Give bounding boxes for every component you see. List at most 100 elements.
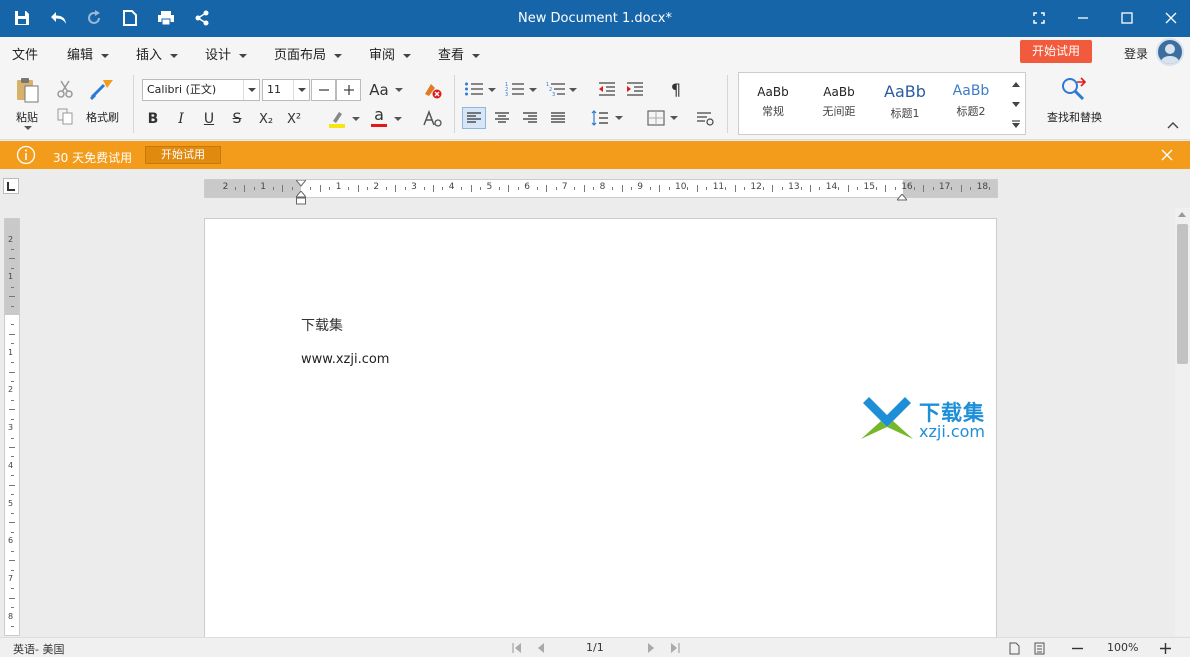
paragraph-settings-icon[interactable] [694,107,716,129]
style-normal[interactable]: AaBb 常规 [740,85,806,119]
minimize-icon[interactable] [1072,8,1094,28]
expand-gallery-icon[interactable] [1009,117,1023,131]
style-no-spacing[interactable]: AaBb 无间距 [806,85,872,119]
superscript-button[interactable]: X² [282,109,306,129]
ruler-tick [319,185,321,192]
align-left-icon[interactable] [462,107,486,129]
font-color-button[interactable]: a [368,106,390,127]
decrease-indent-icon[interactable] [596,79,618,99]
chevron-down-icon[interactable] [1009,97,1023,111]
document-line[interactable]: www.xzji.com [301,352,389,367]
start-trial-button[interactable]: 开始试用 [1020,40,1092,63]
ribbon-separator [454,75,455,133]
next-page-icon[interactable] [644,641,658,655]
bullet-list-icon[interactable] [462,79,486,99]
document-line[interactable]: 下载集 [301,315,343,335]
document-page[interactable]: 下载集 www.xzji.com 下载集 xzji.com [204,218,997,638]
show-formatting-button[interactable]: ¶ [666,79,686,99]
menu-view[interactable]: 查看 [438,44,481,63]
style-heading2[interactable]: AaBb 标题2 [938,83,1004,119]
ruler-tick [310,187,312,190]
last-page-icon[interactable] [668,641,682,655]
collapse-ribbon-icon[interactable] [1166,119,1180,131]
strikethrough-button[interactable]: S [228,109,246,129]
justify-icon[interactable] [546,107,570,129]
prev-page-icon[interactable] [534,641,548,655]
chevron-down-icon[interactable] [243,80,259,100]
avatar[interactable] [1156,38,1184,66]
notice-start-trial-button[interactable]: 开始试用 [145,146,221,164]
font-size-combo[interactable]: 11 [262,79,310,101]
chevron-down-icon[interactable] [394,117,402,121]
login-link[interactable]: 登录 [1124,45,1148,62]
scrollbar-thumb[interactable] [1177,224,1188,364]
decrease-font-icon[interactable] [311,79,336,101]
clear-format-icon[interactable] [420,79,444,101]
chevron-down-icon [334,53,343,58]
menu-design[interactable]: 设计 [205,44,248,63]
chevron-down-icon[interactable] [352,117,360,121]
bold-button[interactable]: B [144,109,162,129]
language-status[interactable]: 英语- 美国 [13,641,64,657]
align-center-icon[interactable] [490,107,514,129]
subscript-button[interactable]: X₂ [254,109,278,129]
chevron-down-icon[interactable] [488,88,496,92]
menu-edit[interactable]: 编辑 [67,44,110,63]
chevron-down-icon[interactable] [395,88,403,92]
first-page-icon[interactable] [510,641,524,655]
font-name-combo[interactable]: Calibri (正文) [142,79,260,101]
ruler-tick [857,187,859,190]
menu-file[interactable]: 文件 [12,44,38,63]
chevron-down-icon[interactable] [569,88,577,92]
highlight-icon[interactable] [326,109,348,129]
horizontal-ruler[interactable]: 2 1 1 2 3 4 5 6 7 8 9 10 11 12 13 14 15 16 17 18 [204,177,998,205]
menu-page-layout[interactable]: 页面布局 [274,44,343,63]
borders-icon[interactable] [644,107,668,129]
underline-button[interactable]: U [200,109,218,129]
chevron-down-icon[interactable] [615,116,623,120]
chevron-down-icon[interactable] [529,88,537,92]
close-icon[interactable] [1160,8,1182,28]
print-layout-icon[interactable] [1007,641,1021,655]
maximize-icon[interactable] [1116,8,1138,28]
paste-icon[interactable] [12,75,42,105]
zoom-out-icon[interactable] [1070,641,1084,655]
chevron-down-icon[interactable] [293,80,309,100]
ruler-tick [11,249,14,250]
menu-review[interactable]: 审阅 [369,44,412,63]
ruler-tick [847,185,849,192]
change-case-button[interactable]: Aa [368,79,390,101]
scroll-up-icon[interactable] [1178,212,1186,217]
chevron-down-icon [24,126,32,130]
chevron-up-icon[interactable] [1009,77,1023,91]
web-layout-icon[interactable] [1032,641,1046,655]
vertical-ruler[interactable]: 2 1 1 2 3 4 5 6 7 8 [4,218,20,636]
menu-insert[interactable]: 插入 [136,44,179,63]
first-line-indent-marker[interactable] [294,177,308,187]
fullscreen-icon[interactable] [1028,8,1050,28]
multilevel-list-icon[interactable]: 123 [544,79,568,99]
ruler-tick [11,418,14,420]
ruler-label: 8 [8,611,14,621]
find-replace-icon[interactable] [1058,75,1090,105]
vertical-scrollbar[interactable] [1175,208,1190,636]
numbered-list-icon[interactable]: 123 [503,79,527,99]
align-right-icon[interactable] [518,107,542,129]
close-notice-icon[interactable] [1160,148,1174,162]
line-spacing-icon[interactable] [588,107,612,129]
increase-font-icon[interactable] [336,79,361,101]
chevron-down-icon [170,53,179,58]
italic-button[interactable]: I [172,109,190,129]
format-painter-icon[interactable] [88,75,116,103]
chevron-down-icon[interactable] [670,116,678,120]
zoom-in-icon[interactable] [1158,641,1172,655]
text-effects-icon[interactable] [422,109,444,129]
left-indent-marker[interactable] [294,190,308,205]
increase-indent-icon[interactable] [624,79,646,99]
right-indent-marker[interactable] [895,191,909,201]
tab-selector[interactable] [3,178,19,194]
zoom-level[interactable]: 100% [1107,641,1138,654]
cut-icon[interactable] [55,79,75,99]
style-heading1[interactable]: AaBb 标题1 [872,82,938,121]
copy-icon[interactable] [55,107,75,127]
